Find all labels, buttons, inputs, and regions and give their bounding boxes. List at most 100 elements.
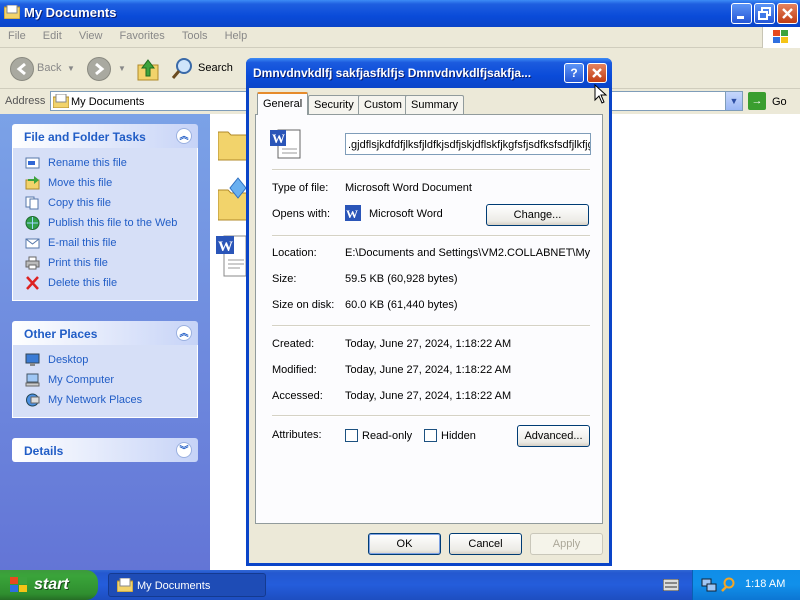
network-icon[interactable] — [701, 577, 717, 593]
svg-text:W: W — [218, 239, 233, 255]
go-button[interactable]: → Go — [748, 92, 798, 111]
menu-favorites[interactable]: Favorites — [112, 27, 171, 42]
menu-file[interactable]: File — [0, 27, 32, 42]
task-move[interactable]: Move this file — [25, 174, 197, 194]
windows-flag-icon — [10, 577, 27, 592]
explorer-titlebar[interactable]: My Documents — [0, 0, 800, 27]
help-button[interactable]: ? — [564, 63, 584, 83]
address-dropdown-icon[interactable]: ▼ — [725, 92, 742, 110]
panel-body: Rename this file Move this file Copy thi… — [12, 148, 198, 301]
dialog-close-button[interactable] — [587, 63, 607, 83]
panel-title: File and Folder Tasks — [24, 130, 146, 144]
close-button[interactable] — [777, 3, 798, 24]
cancel-button[interactable]: Cancel — [449, 533, 522, 555]
hidden-checkbox[interactable] — [424, 429, 437, 442]
tab-general[interactable]: General — [257, 92, 309, 115]
change-button[interactable]: Change... — [486, 204, 589, 226]
panel-body: Desktop My Computer My Network Places — [12, 345, 198, 418]
type-value: Microsoft Word Document — [345, 182, 472, 194]
tab-security[interactable]: Security — [308, 95, 360, 114]
keyboard-icon[interactable] — [663, 579, 679, 591]
place-my-computer[interactable]: My Computer — [25, 371, 197, 391]
address-value: My Documents — [71, 96, 145, 108]
task-copy[interactable]: Copy this file — [25, 194, 197, 214]
created-value: Today, June 27, 2024, 1:18:22 AM — [345, 338, 512, 350]
file-folder-tasks-header[interactable]: File and Folder Tasks ︽ — [12, 124, 198, 148]
taskbar-item-label: My Documents — [137, 580, 211, 592]
menu-help[interactable]: Help — [217, 27, 254, 42]
task-label: Move this file — [48, 177, 113, 189]
back-button[interactable] — [10, 57, 34, 81]
back-dropdown-icon[interactable]: ▼ — [67, 64, 75, 73]
task-rename[interactable]: Rename this file — [25, 154, 197, 174]
task-label: Rename this file — [48, 157, 127, 169]
task-email[interactable]: E-mail this file — [25, 234, 197, 254]
separator — [272, 325, 590, 327]
dialog-title: Dmnvdnvkdlfj sakfjasfklfjs Dmnvdnvkdlfjs… — [253, 66, 532, 80]
modified-value: Today, June 27, 2024, 1:18:22 AM — [345, 364, 512, 376]
details-header[interactable]: Details ︾ — [12, 438, 198, 462]
folder-icon[interactable] — [218, 126, 248, 162]
close-icon — [782, 8, 793, 19]
general-tab-page: W .gjdflsjkdfdfjlksfjldfkjsdfjskjdflskfj… — [255, 114, 603, 524]
place-label: Desktop — [48, 354, 89, 366]
place-network[interactable]: My Network Places — [25, 391, 197, 411]
forward-button[interactable] — [87, 57, 111, 81]
printer-icon — [25, 256, 40, 270]
search-icon[interactable] — [170, 56, 194, 82]
start-button[interactable]: start — [0, 570, 98, 600]
collapse-icon[interactable]: ︽ — [176, 128, 192, 144]
minimize-button[interactable] — [731, 3, 752, 24]
readonly-label: Read-only — [362, 430, 413, 442]
word-app-icon: W — [345, 205, 361, 221]
separator — [272, 235, 590, 237]
forward-dropdown-icon[interactable]: ▼ — [118, 64, 126, 73]
address-label: Address — [5, 95, 46, 107]
windows-logo-icon — [762, 27, 800, 48]
expand-icon[interactable]: ︾ — [176, 442, 192, 458]
search-tray-icon[interactable] — [720, 577, 736, 593]
taskbar-item-my-documents[interactable]: My Documents — [108, 573, 266, 597]
my-documents-icon — [53, 94, 69, 108]
copy-icon — [25, 196, 39, 210]
task-label: Delete this file — [48, 277, 118, 289]
hidden-label: Hidden — [441, 430, 476, 442]
ok-button[interactable]: OK — [368, 533, 441, 555]
maximize-button[interactable] — [754, 3, 775, 24]
up-folder-icon[interactable] — [136, 56, 160, 82]
folder-icon — [117, 578, 133, 592]
task-delete[interactable]: Delete this file — [25, 274, 197, 294]
back-arrow-icon — [16, 62, 26, 76]
word-document-icon: W — [270, 129, 301, 159]
modified-label: Modified: — [272, 364, 317, 376]
collapse-icon[interactable]: ︽ — [176, 325, 192, 341]
type-label: Type of file: — [272, 182, 329, 194]
desktop-icon — [25, 353, 40, 366]
filename-field[interactable]: .gjdflsjkdfdfjlksfjldfkjsdfjskjdflskfjkg… — [345, 133, 591, 155]
tab-summary[interactable]: Summary — [405, 95, 465, 114]
task-publish[interactable]: Publish this file to the Web — [25, 214, 197, 234]
move-icon — [25, 176, 40, 190]
folder-icon — [4, 5, 20, 19]
place-label: My Network Places — [48, 394, 143, 406]
delete-icon — [26, 276, 39, 290]
search-label[interactable]: Search — [198, 62, 233, 74]
place-desktop[interactable]: Desktop — [25, 351, 197, 371]
word-document-icon[interactable]: W — [216, 232, 248, 280]
menu-tools[interactable]: Tools — [174, 27, 214, 42]
other-places-header[interactable]: Other Places ︽ — [12, 321, 198, 345]
apply-button[interactable]: Apply — [530, 533, 603, 555]
clock[interactable]: 1:18 AM — [745, 578, 785, 590]
panel-title: Other Places — [24, 327, 98, 341]
tab-custom[interactable]: Custom — [358, 95, 408, 114]
menu-view[interactable]: View — [71, 27, 109, 42]
globe-icon — [25, 216, 40, 230]
restore-icon — [758, 7, 771, 20]
dialog-titlebar[interactable]: Dmnvdnvkdlfj sakfjasfklfjs Dmnvdnvkdlfjs… — [246, 58, 612, 88]
place-label: My Computer — [48, 374, 115, 386]
advanced-button[interactable]: Advanced... — [517, 425, 590, 447]
task-print[interactable]: Print this file — [25, 254, 197, 274]
menu-edit[interactable]: Edit — [35, 27, 68, 42]
separator — [272, 169, 590, 171]
readonly-checkbox[interactable] — [345, 429, 358, 442]
